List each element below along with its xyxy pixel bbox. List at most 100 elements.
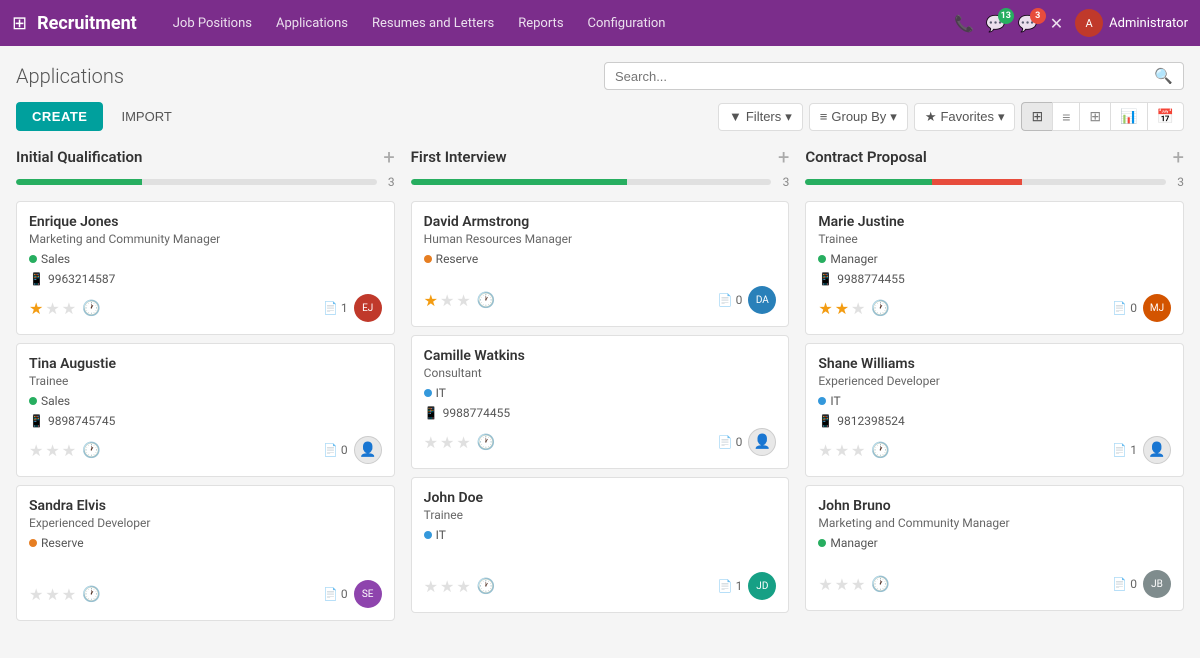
card-stars: ★ ★ ★ 🕐 xyxy=(818,441,890,460)
app-brand: Recruitment xyxy=(37,13,137,34)
card-phone: 📱9988774455 xyxy=(818,272,1171,286)
view-list-button[interactable]: ≡ xyxy=(1052,102,1079,131)
kanban-card[interactable]: David Armstrong Human Resources Manager … xyxy=(411,201,790,327)
card-tag: IT xyxy=(424,528,446,542)
phone-icon[interactable]: 📞 xyxy=(954,14,974,33)
card-name: David Armstrong xyxy=(424,214,777,230)
messages-icon[interactable]: 💬 13 xyxy=(986,14,1006,33)
col-count-first-interview: 3 xyxy=(775,175,789,189)
card-right: 📄 1 JD xyxy=(718,572,777,600)
doc-count: 📄 0 xyxy=(718,435,743,449)
card-footer: ★ ★ ★ 🕐 📄 1 👤 xyxy=(818,436,1171,464)
kanban-board: Initial Qualification + 3 Enrique Jones … xyxy=(16,147,1184,629)
card-job: Trainee xyxy=(424,508,777,522)
card-stars: ★ ★ ★ 🕐 xyxy=(818,299,890,318)
user-avatar[interactable]: A Administrator xyxy=(1075,9,1188,37)
card-tag: Manager xyxy=(818,252,877,266)
chat-icon[interactable]: 💬 3 xyxy=(1018,14,1038,33)
filter-icon: ▼ xyxy=(729,109,742,124)
kanban-card[interactable]: Tina Augustie Trainee Sales 📱9898745745 … xyxy=(16,343,395,477)
kanban-col-contract: Contract Proposal + 3 Marie Justine Trai… xyxy=(805,147,1184,629)
favorites-button[interactable]: ★ Favorites ▾ xyxy=(914,103,1016,131)
col-progress-initial-qual: 3 xyxy=(16,175,395,189)
groupby-icon: ≡ xyxy=(820,109,828,124)
filters-button[interactable]: ▼ Filters ▾ xyxy=(718,103,803,131)
card-footer: ★ ★ ★ 🕐 📄 0 SE xyxy=(29,580,382,608)
close-icon[interactable]: ✕ xyxy=(1050,14,1063,33)
card-phone: 📱9812398524 xyxy=(818,414,1171,428)
nav-item-configuration[interactable]: Configuration xyxy=(578,10,676,37)
messages-badge: 13 xyxy=(998,8,1014,24)
kanban-card[interactable]: John Doe Trainee IT ★ ★ ★ 🕐 📄 1 JD xyxy=(411,477,790,613)
nav-item-reports[interactable]: Reports xyxy=(508,10,573,37)
card-right: 📄 0 DA xyxy=(718,286,777,314)
card-tag: IT xyxy=(424,386,446,400)
view-table-button[interactable]: ⊞ xyxy=(1079,102,1110,131)
card-avatar-ghost: 👤 xyxy=(354,436,382,464)
search-icon[interactable]: 🔍 xyxy=(1154,67,1173,85)
view-calendar-button[interactable]: 📅 xyxy=(1147,102,1184,131)
view-kanban-button[interactable]: ⊞ xyxy=(1021,102,1052,131)
favorites-label: Favorites xyxy=(940,109,993,124)
card-stars: ★ ★ ★ 🕐 xyxy=(424,433,496,452)
card-right: 📄 1 👤 xyxy=(1112,436,1171,464)
card-phone: 📱9963214587 xyxy=(29,272,382,286)
card-name: John Doe xyxy=(424,490,777,506)
col-add-initial-qual[interactable]: + xyxy=(383,147,394,167)
card-name: Camille Watkins xyxy=(424,348,777,364)
card-stars: ★ ★ ★ 🕐 xyxy=(818,575,890,594)
import-button[interactable]: IMPORT xyxy=(111,102,181,131)
page-header: Applications 🔍 xyxy=(16,62,1184,90)
col-title-initial-qual: Initial Qualification xyxy=(16,148,142,166)
doc-count: 📄 1 xyxy=(1112,443,1137,457)
create-button[interactable]: CREATE xyxy=(16,102,103,131)
kanban-card[interactable]: Marie Justine Trainee Manager 📱998877445… xyxy=(805,201,1184,335)
doc-count: 📄 1 xyxy=(323,301,348,315)
search-input[interactable] xyxy=(615,69,1154,84)
card-right: 📄 0 JB xyxy=(1112,570,1171,598)
nav-item-applications[interactable]: Applications xyxy=(266,10,358,37)
chat-badge: 3 xyxy=(1030,8,1046,24)
card-tag: Sales xyxy=(29,252,70,266)
card-tag: IT xyxy=(818,394,840,408)
card-stars: ★ ★ ★ 🕐 xyxy=(29,441,101,460)
card-job: Marketing and Community Manager xyxy=(818,516,1171,530)
search-bar: 🔍 xyxy=(604,62,1184,90)
col-add-contract[interactable]: + xyxy=(1173,147,1184,167)
card-avatar: EJ xyxy=(354,294,382,322)
kanban-card[interactable]: Camille Watkins Consultant IT 📱998877445… xyxy=(411,335,790,469)
card-job: Marketing and Community Manager xyxy=(29,232,382,246)
grid-icon[interactable]: ⊞ xyxy=(12,13,27,34)
nav-item-resumes[interactable]: Resumes and Letters xyxy=(362,10,504,37)
doc-count: 📄 1 xyxy=(718,579,743,593)
kanban-card[interactable]: Enrique Jones Marketing and Community Ma… xyxy=(16,201,395,335)
col-header: Contract Proposal + xyxy=(805,147,1184,167)
kanban-col-initial-qual: Initial Qualification + 3 Enrique Jones … xyxy=(16,147,395,629)
groupby-button[interactable]: ≡ Group By ▾ xyxy=(809,103,908,131)
card-avatar: MJ xyxy=(1143,294,1171,322)
kanban-card[interactable]: Shane Williams Experienced Developer IT … xyxy=(805,343,1184,477)
card-name: Tina Augustie xyxy=(29,356,382,372)
nav-item-job-positions[interactable]: Job Positions xyxy=(163,10,262,37)
card-job: Consultant xyxy=(424,366,777,380)
card-name: John Bruno xyxy=(818,498,1171,514)
topnav-icons: 📞 💬 13 💬 3 ✕ A Administrator xyxy=(954,9,1188,37)
card-avatar: DA xyxy=(748,286,776,314)
toolbar-left: CREATE IMPORT xyxy=(16,102,182,131)
view-graph-button[interactable]: 📊 xyxy=(1110,102,1146,131)
card-name: Marie Justine xyxy=(818,214,1171,230)
card-stars: ★ ★ ★ 🕐 xyxy=(29,585,101,604)
card-avatar-ghost: 👤 xyxy=(1143,436,1171,464)
card-footer: ★ ★ ★ 🕐 📄 0 👤 xyxy=(29,436,382,464)
card-avatar-ghost: 👤 xyxy=(748,428,776,456)
card-right: 📄 1 EJ xyxy=(323,294,382,322)
col-add-first-interview[interactable]: + xyxy=(778,147,789,167)
card-tag: Manager xyxy=(818,536,877,550)
kanban-card[interactable]: John Bruno Marketing and Community Manag… xyxy=(805,485,1184,611)
card-phone: 📱9988774455 xyxy=(424,406,777,420)
kanban-card[interactable]: Sandra Elvis Experienced Developer Reser… xyxy=(16,485,395,621)
card-right: 📄 0 👤 xyxy=(323,436,382,464)
col-title-first-interview: First Interview xyxy=(411,148,507,166)
filter-caret: ▾ xyxy=(785,109,792,125)
card-footer: ★ ★ ★ 🕐 📄 0 MJ xyxy=(818,294,1171,322)
